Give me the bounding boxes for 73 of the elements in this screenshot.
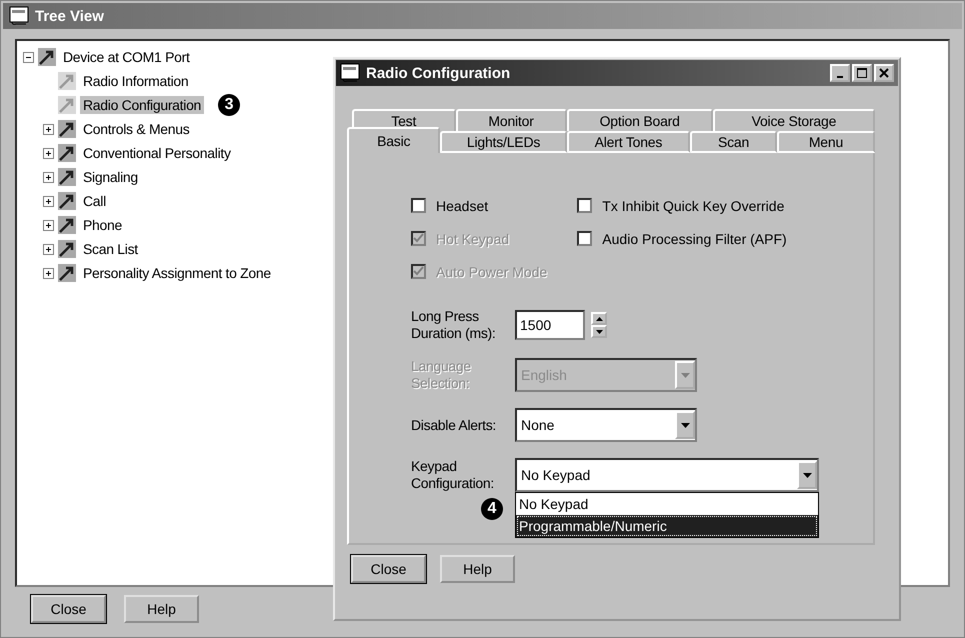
minimize-button[interactable] xyxy=(830,64,850,82)
close-icon xyxy=(879,68,889,78)
tab[interactable]: Basic xyxy=(347,127,440,153)
spin-up-button[interactable] xyxy=(591,312,607,325)
expand-icon[interactable] xyxy=(43,220,54,230)
document-icon xyxy=(340,63,360,83)
tab[interactable]: Menu xyxy=(776,131,875,153)
dialog-button[interactable]: Close xyxy=(351,555,426,583)
tree-item[interactable]: Phone xyxy=(80,216,125,234)
tree-item[interactable]: Call xyxy=(80,192,109,210)
window-title: Tree View xyxy=(35,8,104,24)
minimize-icon xyxy=(837,76,843,78)
checkbox[interactable] xyxy=(411,198,426,213)
tree-item[interactable]: Personality Assignment to Zone xyxy=(80,264,274,282)
spin-down-button[interactable] xyxy=(591,325,607,338)
maximize-icon xyxy=(857,68,867,78)
expand-icon[interactable] xyxy=(43,172,54,182)
document-icon xyxy=(9,6,29,26)
field-label: Long Press Duration (ms): xyxy=(411,308,496,342)
expand-icon[interactable] xyxy=(43,148,54,158)
tab[interactable]: Scan xyxy=(690,131,777,153)
checkbox-label: Audio Processing Filter (APF) xyxy=(602,230,787,246)
dropdown-option[interactable]: No Keypad xyxy=(516,493,818,515)
arrow-icon xyxy=(58,192,76,210)
tree-item[interactable]: Radio Information xyxy=(80,72,192,90)
tree-item[interactable]: Conventional Personality xyxy=(80,144,234,162)
tree-item[interactable]: Device at COM1 Port xyxy=(60,48,193,66)
arrow-icon xyxy=(58,264,76,282)
expand-icon[interactable] xyxy=(43,124,54,134)
field-label: Disable Alerts: xyxy=(411,416,497,434)
arrow-icon xyxy=(58,72,76,90)
checkbox-label: Auto Power Mode xyxy=(436,264,548,280)
dropdown-field[interactable]: None xyxy=(515,408,697,442)
dropdown-field[interactable]: No Keypad xyxy=(515,458,819,492)
checkbox[interactable] xyxy=(577,231,592,246)
tree-item[interactable]: Controls & Menus xyxy=(80,120,192,138)
tab[interactable]: Alert Tones xyxy=(566,131,690,153)
close-button[interactable] xyxy=(874,64,894,82)
number-field[interactable]: 1500 xyxy=(515,310,585,340)
dialog-button[interactable]: Help xyxy=(440,555,515,583)
tree-item[interactable]: Scan List xyxy=(80,240,141,258)
checkbox-label: Headset xyxy=(436,198,488,214)
dialog-button[interactable]: Close xyxy=(31,595,106,623)
arrow-icon xyxy=(58,96,76,114)
arrow-icon xyxy=(58,120,76,138)
dropdown-option[interactable]: Programmable/Numeric xyxy=(516,515,818,537)
maximize-button[interactable] xyxy=(852,64,872,82)
down-arrow-icon xyxy=(596,330,602,334)
expand-icon[interactable] xyxy=(43,244,54,254)
expand-icon[interactable] xyxy=(43,268,54,278)
callout-number: 4 xyxy=(481,498,503,520)
arrow-icon xyxy=(58,240,76,258)
arrow-icon xyxy=(58,144,76,162)
arrow-icon xyxy=(38,48,56,66)
checkbox-label: Tx Inhibit Quick Key Override xyxy=(602,198,784,214)
tree-item[interactable]: Signaling xyxy=(80,168,141,186)
callout-number: 3 xyxy=(218,94,240,116)
window-title: Radio Configuration xyxy=(366,64,510,82)
field-label: Language Selection: xyxy=(411,358,472,392)
up-arrow-icon xyxy=(596,316,602,320)
checkbox[interactable] xyxy=(577,198,592,213)
checkbox-label: Hot Keypad xyxy=(436,230,510,246)
field-label: Keypad Configuration: xyxy=(411,458,495,492)
tab[interactable]: Option Board xyxy=(566,109,713,131)
arrow-icon xyxy=(58,216,76,234)
tree-item[interactable]: Radio Configuration xyxy=(80,96,204,114)
expand-icon[interactable] xyxy=(43,196,54,206)
arrow-icon xyxy=(58,168,76,186)
tab[interactable]: Voice Storage xyxy=(712,109,876,131)
tab[interactable]: Monitor xyxy=(456,109,567,131)
tab[interactable]: Lights/LEDs xyxy=(440,131,567,153)
collapse-icon[interactable] xyxy=(23,52,34,62)
dialog-button[interactable]: Help xyxy=(124,595,199,623)
